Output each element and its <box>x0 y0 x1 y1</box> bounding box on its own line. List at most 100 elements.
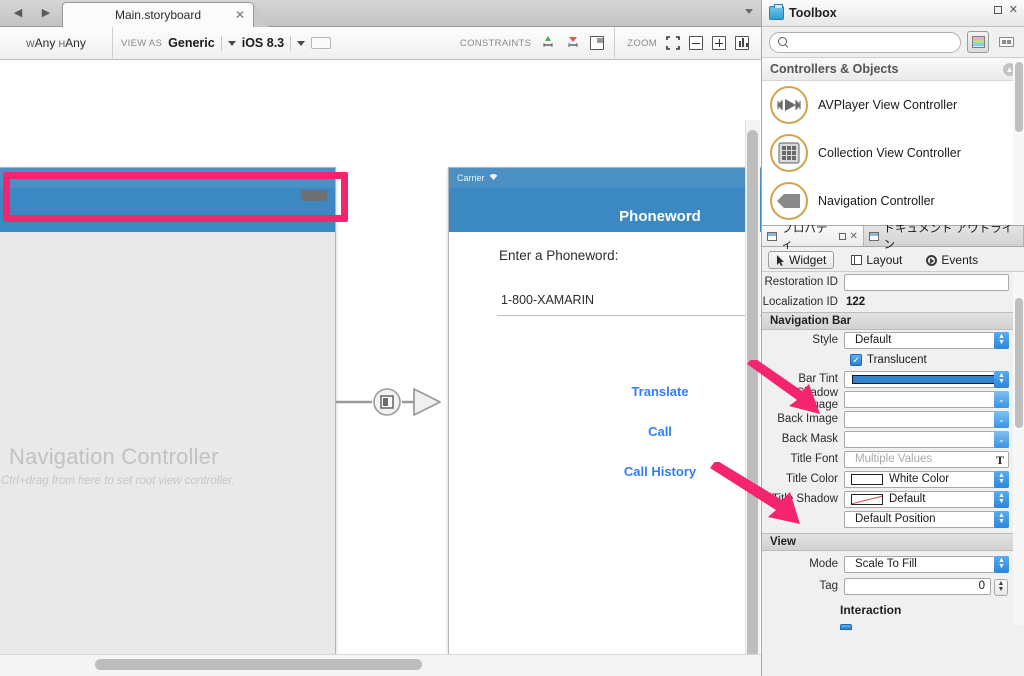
document-tab-bar: ◀ ▶ Main.storyboard ✕ <box>0 0 761 27</box>
checkbox-translucent[interactable]: ✓ <box>850 353 862 366</box>
property-scrollbar-track[interactable] <box>1013 272 1024 625</box>
property-row-bar-tint: Bar Tint ▲ ▼ <box>762 369 1024 389</box>
stepper-icon[interactable]: ▲ ▼ <box>994 370 1009 388</box>
canvas-horizontal-scrollbar-thumb[interactable] <box>95 659 422 670</box>
toolbox-scrollbar-thumb[interactable] <box>1014 62 1023 132</box>
tab-main-storyboard[interactable]: Main.storyboard ✕ <box>62 2 254 27</box>
colorpicker-bar-tint[interactable]: ▲ ▼ <box>844 370 1009 388</box>
relationship-segue-icon[interactable] <box>336 385 448 419</box>
device-selector-value[interactable]: Generic <box>168 36 215 50</box>
segment-events[interactable]: Events <box>919 252 985 268</box>
label-title-shadow: Title Shadow <box>771 493 838 505</box>
size-class-indicator[interactable]: WAny HAny <box>0 26 113 60</box>
vc-phoneword-textfield[interactable]: 1-800-XAMARIN <box>497 287 761 316</box>
label-back-mask: Back Mask <box>781 433 838 445</box>
orientation-toggle-icon[interactable] <box>311 37 332 49</box>
search-input[interactable] <box>794 35 952 49</box>
vc-navbar-title: Phoneword <box>619 208 701 225</box>
stepper-icon[interactable]: ▲ ▼ <box>994 555 1009 573</box>
scene-navigation-controller[interactable]: Navigation Controller Ctrl+drag from her… <box>0 167 336 654</box>
search-box[interactable] <box>769 31 961 53</box>
toolbox-item-avplayer-view-controller[interactable]: AVPlayer View Controller <box>762 81 1024 129</box>
font-icon[interactable]: T <box>996 453 1004 468</box>
minimize-icon[interactable] <box>993 6 1002 14</box>
zoom-fit-icon[interactable] <box>666 36 680 50</box>
input-tag-value: 0 <box>978 580 985 592</box>
toolbox-header-buttons: ✕ <box>993 5 1018 16</box>
zoom-in-icon[interactable] <box>712 36 726 50</box>
toolbox-title: Toolbox <box>789 6 837 20</box>
os-version-value[interactable]: iOS 8.3 <box>242 36 284 50</box>
combo-title-position-value: Default Position <box>855 513 936 525</box>
colorpicker-title-color[interactable]: White Color ▲ ▼ <box>844 470 1009 488</box>
back-arrow-icon[interactable]: ◀ <box>4 4 32 23</box>
chevron-down-icon[interactable]: ⌄ <box>994 410 1009 428</box>
nav-scene-navigation-bar[interactable] <box>0 188 335 232</box>
tab-document-outline[interactable]: ドキュメント アウトライン <box>864 223 1024 251</box>
toolbox-group-header[interactable]: Controllers & Objects ▲ <box>762 58 1024 81</box>
update-frames-icon[interactable] <box>590 36 605 50</box>
close-icon[interactable]: ✕ <box>235 9 245 21</box>
close-icon[interactable]: ✕ <box>850 231 858 242</box>
clear-constraint-icon[interactable] <box>565 35 581 51</box>
close-icon[interactable]: ✕ <box>1009 5 1018 16</box>
toolbox-item-collection-view-controller[interactable]: Collection View Controller <box>762 129 1024 177</box>
segment-layout[interactable]: Layout <box>844 252 909 268</box>
chevron-down-icon[interactable]: ⌄ <box>994 390 1009 408</box>
nav-scene-title: Navigation Controller <box>9 444 219 469</box>
chevron-down-icon[interactable] <box>745 9 753 14</box>
property-row-restoration-id: Restoration ID <box>762 272 1024 292</box>
vc-navigation-bar[interactable]: Phoneword <box>449 188 761 232</box>
colorpicker-title-shadow[interactable]: Default ▲ ▼ <box>844 490 1009 508</box>
toolbox-item-navigation-controller[interactable]: Navigation Controller <box>762 177 1024 225</box>
zoom-actual-size-icon[interactable] <box>735 36 749 50</box>
constraints-group: CONSTRAINTS <box>460 26 616 60</box>
search-icon <box>778 36 789 48</box>
vc-status-bar: Carrier <box>449 168 761 188</box>
combo-title-position[interactable]: Default Position ▲ ▼ <box>844 510 1009 528</box>
design-canvas[interactable]: Navigation Controller Ctrl+drag from her… <box>0 60 761 654</box>
stepper-icon[interactable]: ▲ ▼ <box>994 470 1009 488</box>
dropdown-shadow-image[interactable]: ⌄ <box>844 390 1009 408</box>
segment-widget[interactable]: Widget <box>768 251 835 269</box>
input-tag[interactable]: 0 ▲ ▼ <box>844 577 1008 596</box>
tab-label: Main.storyboard <box>114 8 202 22</box>
stepper-icon[interactable]: ▲ ▼ <box>994 578 1008 596</box>
minimize-icon[interactable] <box>838 232 846 240</box>
checkbox-user-interaction-enabled[interactable] <box>840 624 852 630</box>
dropdown-back-mask[interactable]: ⌄ <box>844 430 1009 448</box>
divider <box>290 35 292 51</box>
stepper-icon[interactable]: ▲ ▼ <box>994 331 1009 349</box>
label-translucent: Translucent <box>867 353 927 366</box>
toolbox-view-mode-compact-button[interactable] <box>995 31 1017 53</box>
navigation-controller-icon <box>770 182 808 220</box>
vc-body: Enter a Phoneword: 1-800-XAMARIN Transla… <box>449 232 761 654</box>
add-constraint-icon[interactable] <box>540 35 556 51</box>
input-restoration-id[interactable] <box>844 273 1009 291</box>
vc-button-call-history[interactable]: Call History <box>449 464 761 479</box>
vc-prompt-label: Enter a Phoneword: <box>499 248 619 263</box>
toolbox-scrollbar-track[interactable] <box>1013 58 1024 225</box>
chevron-down-icon[interactable] <box>297 40 306 46</box>
combo-mode[interactable]: Scale To Fill ▲ ▼ <box>844 555 1009 573</box>
interaction-partial-checkbox[interactable] <box>840 619 1024 630</box>
property-scrollbar-thumb[interactable] <box>1014 298 1023 428</box>
chevron-down-icon[interactable] <box>227 40 236 46</box>
vc-button-call[interactable]: Call <box>449 424 761 439</box>
fontpicker-title-font[interactable]: Multiple Values T <box>844 450 1009 468</box>
canvas-vertical-scrollbar-thumb[interactable] <box>747 130 758 654</box>
vc-button-translate[interactable]: Translate <box>449 384 761 399</box>
tab-properties[interactable]: プロパティ ✕ <box>762 223 864 251</box>
property-row-tag: Tag 0 ▲ ▼ <box>762 576 1024 596</box>
stepper-icon[interactable]: ▲ ▼ <box>994 490 1009 508</box>
toolbox-view-mode-list-button[interactable] <box>967 31 990 53</box>
forward-arrow-icon[interactable]: ▶ <box>32 4 60 23</box>
carrier-label: Carrier <box>457 173 485 183</box>
toolbox-item-label: AVPlayer View Controller <box>818 98 958 112</box>
scene-view-controller[interactable]: Carrier Phoneword Enter a Phoneword: 1-8… <box>448 167 761 654</box>
chevron-down-icon[interactable]: ⌄ <box>994 430 1009 448</box>
combo-style[interactable]: Default ▲ ▼ <box>844 331 1009 349</box>
stepper-icon[interactable]: ▲ ▼ <box>994 510 1009 528</box>
zoom-out-icon[interactable] <box>689 36 703 50</box>
dropdown-back-image[interactable]: ⌄ <box>844 410 1009 428</box>
